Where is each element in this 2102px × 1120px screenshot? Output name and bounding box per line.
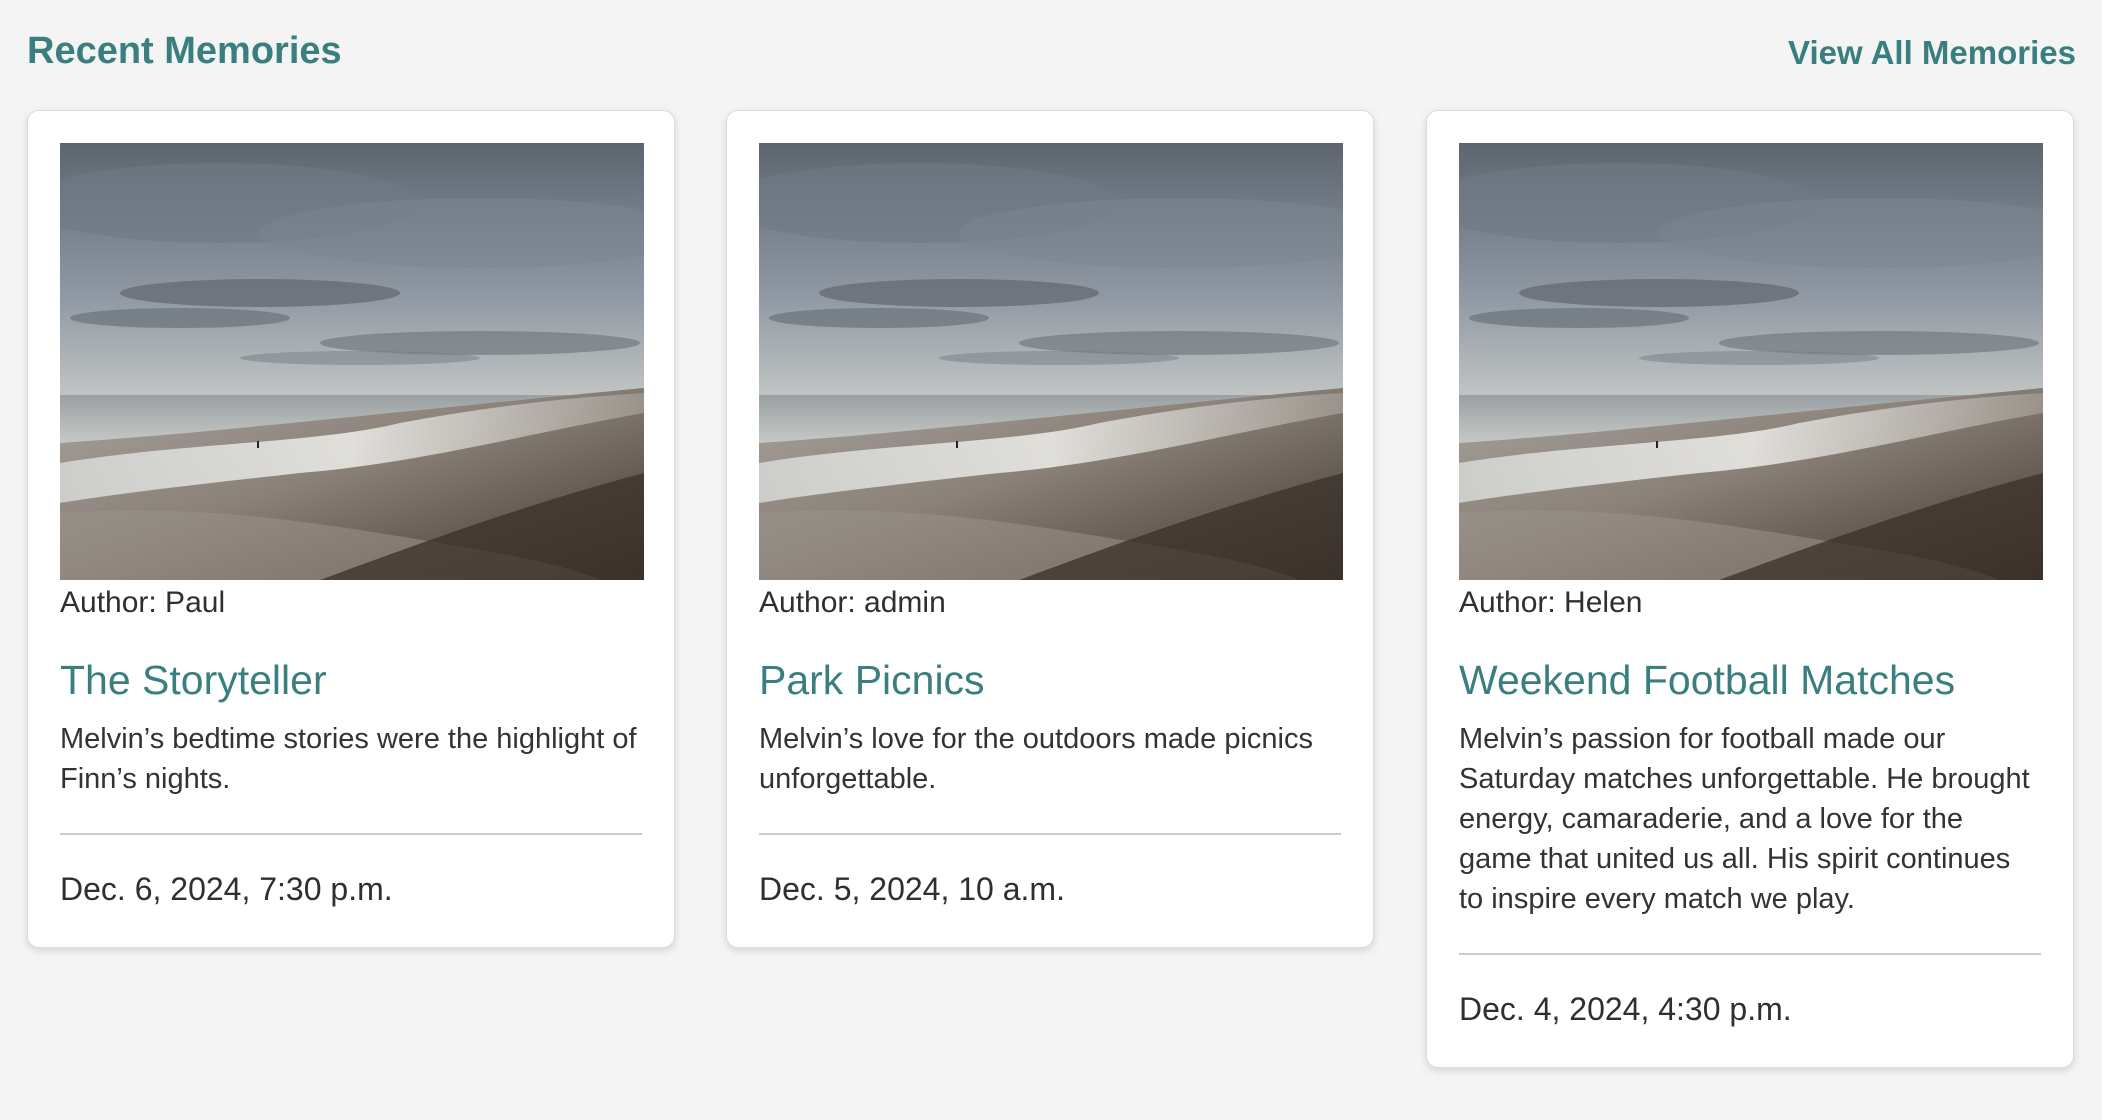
memory-title-link[interactable]: Weekend Football Matches bbox=[1459, 655, 2041, 705]
card-divider bbox=[60, 833, 642, 835]
memory-title-link[interactable]: Park Picnics bbox=[759, 655, 1341, 705]
memory-date: Dec. 6, 2024, 7:30 p.m. bbox=[60, 871, 393, 907]
memory-excerpt: Melvin’s bedtime stories were the highli… bbox=[60, 723, 637, 795]
memory-card: Author: Paul The Storyteller Melvin’s be… bbox=[27, 110, 675, 948]
memory-photo[interactable] bbox=[60, 143, 644, 580]
recent-memories-page: Recent Memories View All Memories Author… bbox=[0, 0, 2102, 1120]
card-divider bbox=[759, 833, 1341, 835]
memory-date: Dec. 5, 2024, 10 a.m. bbox=[759, 871, 1065, 907]
memory-card: Author: admin Park Picnics Melvin’s love… bbox=[726, 110, 1374, 948]
view-all-memories-link[interactable]: View All Memories bbox=[1788, 28, 2076, 78]
memory-author: Author: Helen bbox=[1459, 586, 1643, 619]
section-header: Recent Memories View All Memories bbox=[27, 26, 2076, 76]
memory-date: Dec. 4, 2024, 4:30 p.m. bbox=[1459, 991, 1792, 1027]
memory-title-link[interactable]: The Storyteller bbox=[60, 655, 642, 705]
memory-author: Author: admin bbox=[759, 586, 946, 619]
section-title: Recent Memories bbox=[27, 30, 342, 72]
memory-card: Author: Helen Weekend Football Matches M… bbox=[1426, 110, 2074, 1068]
memory-excerpt: Melvin’s passion for football made our S… bbox=[1459, 723, 2030, 915]
memory-photo[interactable] bbox=[1459, 143, 2043, 580]
memory-photo[interactable] bbox=[759, 143, 1343, 580]
memory-author: Author: Paul bbox=[60, 586, 226, 619]
card-divider bbox=[1459, 953, 2041, 955]
memory-excerpt: Melvin’s love for the outdoors made picn… bbox=[759, 723, 1313, 795]
